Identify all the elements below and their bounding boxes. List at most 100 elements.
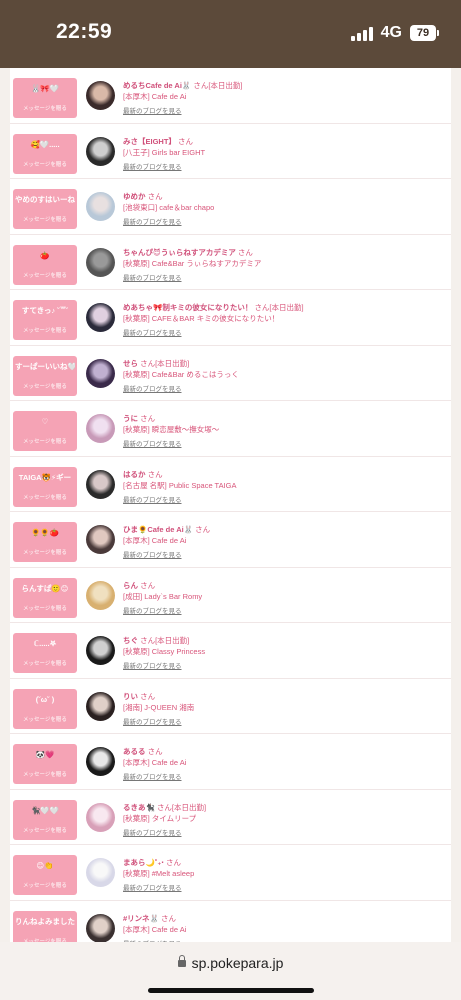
avatar[interactable] xyxy=(86,525,115,554)
message-stamp-text: すてきっ♪ ˘꒳˘ xyxy=(21,306,69,315)
girl-name-link[interactable]: せら xyxy=(123,359,138,368)
list-item: 😊👏 メッセージを贈る まあら🌙˚₊‧ さん [秋葉原] #Melt aslee… xyxy=(10,845,451,901)
avatar[interactable] xyxy=(86,192,115,221)
shop-name[interactable]: [本厚木] Cafe de Ai xyxy=(123,757,443,769)
girl-info: めあちゃ🎀制キミの彼女になりたい！ さん[本日出勤] [秋葉原] CAFE＆BA… xyxy=(123,302,443,340)
latest-blog-link[interactable]: 最新のブログを見る xyxy=(123,161,443,174)
shop-name[interactable]: [八王子] Girls bar EIGHT xyxy=(123,147,443,159)
send-message-button[interactable]: りんねよみました！ メッセージを贈る xyxy=(13,910,77,942)
shop-name[interactable]: [成田] Lady`s Bar Romy xyxy=(123,591,443,603)
avatar[interactable] xyxy=(86,414,115,443)
shop-name[interactable]: [秋葉原] タイムリープ xyxy=(123,813,443,825)
latest-blog-link[interactable]: 最新のブログを見る xyxy=(123,105,443,118)
girl-name-line: ちゃんぴ😈うぃらねすアカデミア さん xyxy=(123,247,443,258)
message-stamp-text: 🥰🤍..... xyxy=(30,139,60,149)
avatar[interactable] xyxy=(86,913,115,942)
avatar[interactable] xyxy=(86,636,115,665)
latest-blog-link[interactable]: 最新のブログを見る xyxy=(123,882,443,895)
latest-blog-link[interactable]: 最新のブログを見る xyxy=(123,605,443,618)
shop-name[interactable]: [秋葉原] Classy Princess xyxy=(123,646,443,658)
girl-name-link[interactable]: ちゃんぴ😈うぃらねすアカデミア xyxy=(123,248,236,257)
url-bar[interactable]: sp.pokepara.jp xyxy=(0,954,461,971)
girl-name-link[interactable]: まあら🌙˚₊‧ xyxy=(123,858,164,867)
avatar[interactable] xyxy=(86,691,115,721)
girl-name-link[interactable]: #リンネ🐰 xyxy=(123,914,159,923)
avatar[interactable] xyxy=(86,247,115,277)
latest-blog-link[interactable]: 最新のブログを見る xyxy=(123,716,443,729)
shop-name[interactable]: [本厚木] Cafe de Ai xyxy=(123,924,443,936)
girl-name-link[interactable]: あるる xyxy=(123,747,146,756)
avatar[interactable] xyxy=(86,747,115,776)
girl-name-link[interactable]: めるちCafe de Ai🐰 xyxy=(123,81,191,90)
avatar[interactable] xyxy=(86,469,115,499)
shop-name[interactable]: [池袋東口] cafe＆bar chapo xyxy=(123,202,443,214)
battery-level: 79 xyxy=(410,25,436,41)
shop-name[interactable]: [秋葉原] Cafe&Bar めるこはうっく xyxy=(123,369,443,381)
send-message-button[interactable]: ℂ.....𖤐 メッセージを贈る xyxy=(13,633,77,673)
latest-blog-link[interactable]: 最新のブログを見る xyxy=(123,549,443,562)
send-message-button[interactable]: やめのすはいーね！🌈 メッセージを贈る xyxy=(13,189,77,229)
message-stamp-text: りんねよみました！ xyxy=(15,916,75,926)
send-message-button[interactable]: 🐰🎀🤍 メッセージを贈る xyxy=(13,78,77,118)
latest-blog-link[interactable]: 最新のブログを見る xyxy=(123,771,443,784)
avatar[interactable] xyxy=(86,303,115,332)
send-message-button[interactable]: 😊👏 メッセージを贈る xyxy=(13,855,77,895)
girl-info: うに さん [秋葉原] 瞬恋屋敷〜撫女塚〜 最新のブログを見る xyxy=(123,413,443,451)
latest-blog-link[interactable]: 最新のブログを見る xyxy=(123,660,443,673)
send-message-button[interactable]: すてきっ♪ ˘꒳˘ メッセージを贈る xyxy=(13,300,77,340)
send-message-button[interactable]: ♡ メッセージを贈る xyxy=(13,411,77,451)
latest-blog-link[interactable]: 最新のブログを見る xyxy=(123,272,443,285)
girl-name-link[interactable]: ゆめか xyxy=(123,192,146,201)
latest-blog-link[interactable]: 最新のブログを見る xyxy=(123,494,443,507)
latest-blog-link[interactable]: 最新のブログを見る xyxy=(123,327,443,340)
girl-name-link[interactable]: みさ【EIGHT】 xyxy=(123,137,176,146)
shop-name[interactable]: [秋葉原] Cafe&Bar うぃらねすアカデミア xyxy=(123,258,443,270)
send-message-button[interactable]: 🥰🤍..... メッセージを贈る xyxy=(13,133,77,174)
shop-name[interactable]: [名古屋 名駅] Public Space TAIGA xyxy=(123,480,443,492)
send-message-label: メッセージを贈る xyxy=(23,661,67,667)
girl-name-link[interactable]: はるか xyxy=(123,470,146,479)
avatar[interactable] xyxy=(86,136,115,166)
girl-info: ゆめか さん [池袋東口] cafe＆bar chapo 最新のブログを見る xyxy=(123,191,443,229)
send-message-button[interactable]: 🍅 メッセージを贈る xyxy=(13,244,77,285)
avatar[interactable] xyxy=(86,358,115,388)
send-message-button[interactable]: (˘ω˘ ) メッセージを贈る xyxy=(13,688,77,729)
girl-status: さん xyxy=(147,747,163,756)
send-message-button[interactable]: 🐼💗 メッセージを贈る xyxy=(13,744,77,784)
shop-name[interactable]: [本厚木] Cafe de Ai xyxy=(123,91,443,103)
girl-name-link[interactable]: ちぐ xyxy=(123,636,138,645)
girl-name-line: まあら🌙˚₊‧ さん xyxy=(123,857,443,868)
home-indicator[interactable] xyxy=(148,988,314,993)
girl-name-link[interactable]: らん xyxy=(123,581,138,590)
shop-name[interactable]: [本厚木] Cafe de Ai xyxy=(123,535,443,547)
latest-blog-link[interactable]: 最新のブログを見る xyxy=(123,438,443,451)
girl-name-line: めるちCafe de Ai🐰 さん[本日出勤] xyxy=(123,80,443,91)
avatar[interactable] xyxy=(86,802,115,832)
avatar[interactable] xyxy=(86,858,115,887)
shop-name[interactable]: [秋葉原] #Melt asleep xyxy=(123,868,443,880)
list-item: すてきっ♪ ˘꒳˘ メッセージを贈る めあちゃ🎀制キミの彼女になりたい！ さん[… xyxy=(10,290,451,346)
avatar[interactable] xyxy=(86,580,115,610)
girl-name-link[interactable]: めあちゃ🎀制キミの彼女になりたい！ xyxy=(123,303,252,312)
send-message-button[interactable]: らんすぱ🙂😊 メッセージを贈る xyxy=(13,577,77,618)
avatar[interactable] xyxy=(86,81,115,110)
latest-blog-link[interactable]: 最新のブログを見る xyxy=(123,216,443,229)
shop-name[interactable]: [秋葉原] CAFE＆BAR キミの彼女になりたい！ xyxy=(123,313,443,325)
latest-blog-link[interactable]: 最新のブログを見る xyxy=(123,383,443,396)
girl-name-link[interactable]: りい xyxy=(123,692,138,701)
send-message-button[interactable]: 🌻🌻🍅 メッセージを贈る xyxy=(13,522,77,562)
message-stamp-text: 🐼💗 xyxy=(35,750,55,759)
shop-name[interactable]: [秋葉原] 瞬恋屋敷〜撫女塚〜 xyxy=(123,424,443,436)
latest-blog-link[interactable]: 最新のブログを見る xyxy=(123,827,443,840)
send-message-button[interactable]: TAIGA🐯⚡ギー メッセージを贈る xyxy=(13,466,77,507)
shop-name[interactable]: [湘南] J-QUEEN 湘南 xyxy=(123,702,443,714)
girl-name-link[interactable]: うに xyxy=(123,414,138,423)
girl-info: せら さん[本日出勤] [秋葉原] Cafe&Bar めるこはうっく 最新のブロ… xyxy=(123,358,443,396)
message-stamp-text: 😊👏 xyxy=(36,861,54,870)
girl-name-link[interactable]: るきあ🐈‍⬛ xyxy=(123,803,155,812)
girl-info: らん さん [成田] Lady`s Bar Romy 最新のブログを見る xyxy=(123,580,443,618)
send-message-button[interactable]: すーぱーいいね🤍 メッセージを贈る xyxy=(13,355,77,396)
girl-name-link[interactable]: ひま🌻Cafe de Ai🐰 xyxy=(123,525,193,534)
send-message-button[interactable]: 🐈‍⬛🤍🤍 メッセージを贈る xyxy=(13,799,77,840)
girl-name-line: らん さん xyxy=(123,580,443,591)
